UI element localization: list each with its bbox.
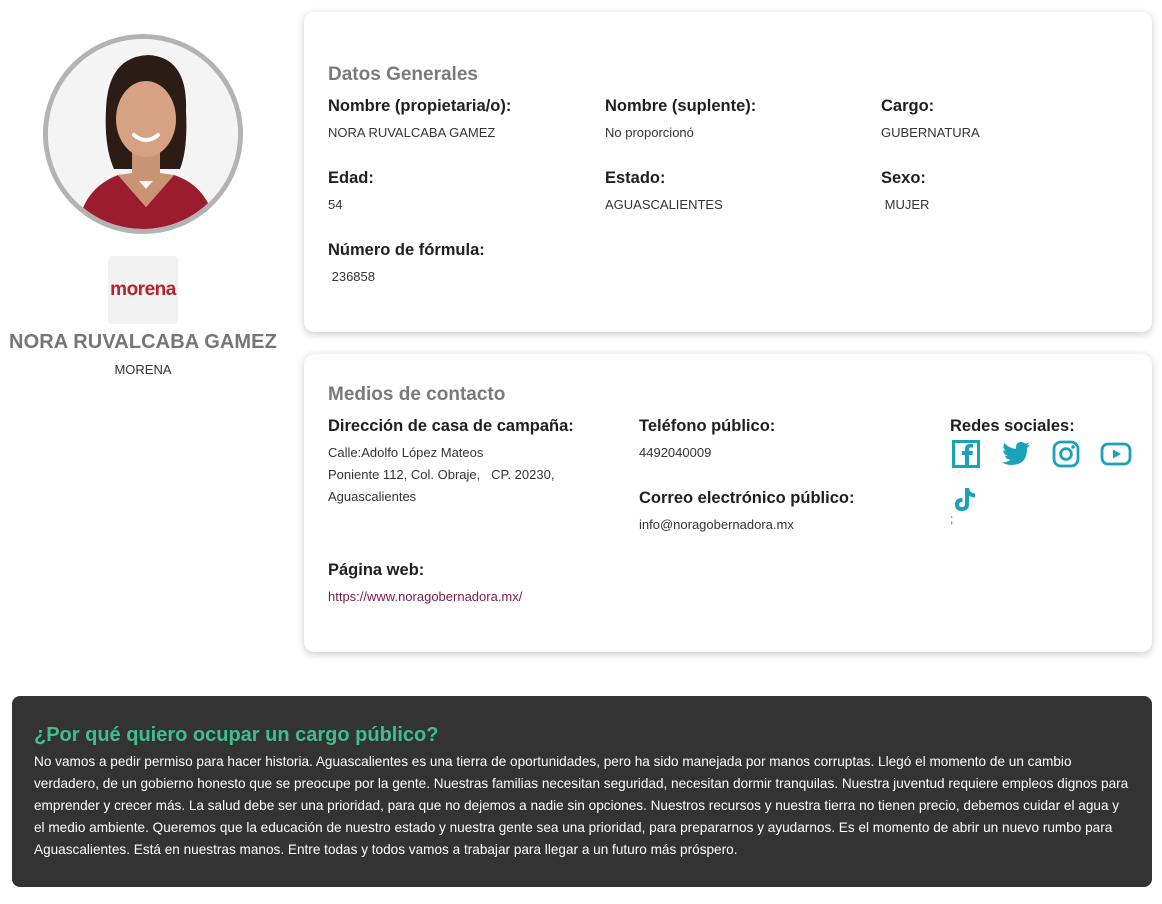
field-numero-formula: Número de fórmula: 236858 xyxy=(328,240,485,288)
candidate-photo xyxy=(43,34,243,234)
field-value: NORA RUVALCABA GAMEZ xyxy=(328,125,496,140)
field-direccion: Dirección de casa de campaña: Calle:Adol… xyxy=(328,416,574,508)
field-label: Dirección de casa de campaña: xyxy=(328,417,574,435)
field-label: Página web: xyxy=(328,561,425,579)
field-value: GUBERNATURA xyxy=(881,125,980,140)
contact-title: Medios de contacto xyxy=(328,384,506,405)
field-estado: Estado: AGUASCALIENTES xyxy=(605,168,723,216)
field-nombre-propietaria: Nombre (propietaria/o): NORA RUVALCABA G… xyxy=(328,96,511,144)
why-text: No vamos a pedir permiso para hacer hist… xyxy=(34,754,1129,857)
candidate-photo-illustration xyxy=(48,39,238,229)
field-label: Redes sociales: xyxy=(950,417,1075,435)
instagram-icon[interactable] xyxy=(1050,440,1082,468)
field-value: 4492040009 xyxy=(639,445,712,460)
address-line: Aguascalientes xyxy=(328,489,417,504)
field-label: Sexo: xyxy=(881,169,926,187)
field-value: 54 xyxy=(328,197,343,212)
candidate-name: NORA RUVALCABA GAMEZ xyxy=(9,331,277,353)
party-logo-text: morena xyxy=(110,279,176,300)
why-title: ¿Por qué quiero ocupar un cargo público? xyxy=(34,724,439,746)
field-value: No proporcionó xyxy=(605,125,694,140)
address-line: Poniente 112, Col. Obraje, CP. 20230, xyxy=(328,467,555,482)
field-nombre-suplente: Nombre (suplente): No proporcionó xyxy=(605,96,756,144)
field-cargo: Cargo: GUBERNATURA xyxy=(881,96,980,144)
field-value: 236858 xyxy=(328,269,375,284)
field-pagina-web: Página web: https://www.noragobernadora.… xyxy=(328,560,522,608)
general-data-title: Datos Generales xyxy=(328,64,478,85)
candidate-party: MORENA xyxy=(114,362,172,377)
website-link[interactable]: https://www.noragobernadora.mx/ xyxy=(328,586,522,608)
field-correo: Correo electrónico público: info@noragob… xyxy=(639,488,854,536)
field-edad: Edad: 54 xyxy=(328,168,374,216)
social-trailing-text: ; xyxy=(950,512,954,526)
party-logo: morena xyxy=(108,256,178,324)
facebook-icon[interactable] xyxy=(950,440,982,468)
social-links: ; xyxy=(950,440,1150,526)
field-label: Estado: xyxy=(605,169,666,187)
field-value: info@noragobernadora.mx xyxy=(639,517,794,532)
field-label: Cargo: xyxy=(881,97,935,115)
field-value: MUJER xyxy=(881,197,930,212)
field-label: Teléfono público: xyxy=(639,417,776,435)
contact-card: Medios de contacto Dirección de casa de … xyxy=(304,354,1152,652)
field-value: AGUASCALIENTES xyxy=(605,197,723,212)
address-line: Calle:Adolfo López Mateos xyxy=(328,445,484,460)
general-data-card: Datos Generales Nombre (propietaria/o): … xyxy=(304,12,1152,332)
field-telefono: Teléfono público: 4492040009 xyxy=(639,416,775,464)
field-sexo: Sexo: MUJER xyxy=(881,168,929,216)
field-label: Nombre (suplente): xyxy=(605,97,757,115)
field-label: Nombre (propietaria/o): xyxy=(328,97,512,115)
field-label: Correo electrónico público: xyxy=(639,489,855,507)
why-public-office-box: ¿Por qué quiero ocupar un cargo público?… xyxy=(12,696,1152,887)
tiktok-icon[interactable] xyxy=(950,486,982,514)
youtube-icon[interactable] xyxy=(1100,440,1132,468)
field-redes-sociales: Redes sociales: xyxy=(950,416,1075,436)
field-label: Edad: xyxy=(328,169,374,187)
twitter-icon[interactable] xyxy=(1000,440,1032,468)
field-label: Número de fórmula: xyxy=(328,241,485,259)
